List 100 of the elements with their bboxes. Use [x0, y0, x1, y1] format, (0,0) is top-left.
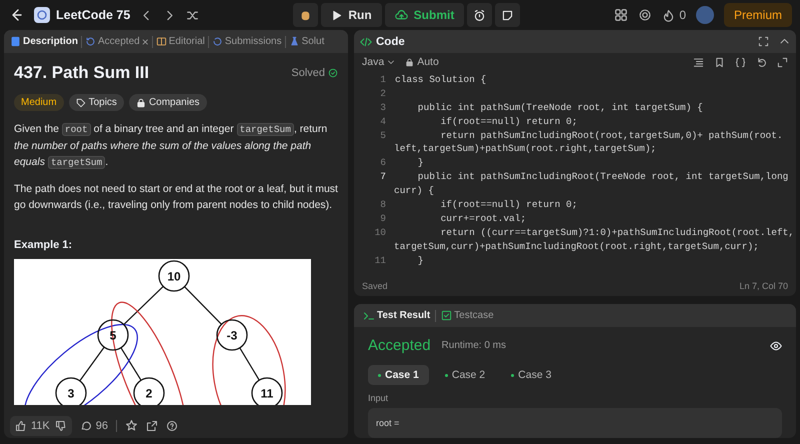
tree-edge: [123, 286, 164, 325]
note-icon: [501, 8, 514, 22]
share-icon[interactable]: [146, 420, 158, 432]
braces-icon[interactable]: [735, 56, 746, 68]
code-line: left,targetSum)+pathSum(root.right,targetSum);: [394, 142, 656, 156]
save-status: Saved: [362, 281, 388, 291]
comment-icon: [80, 420, 92, 432]
format-icon[interactable]: [693, 56, 704, 68]
line-number: 9: [379, 212, 387, 226]
code-line: if(root==null) return 0;: [440, 114, 578, 129]
submit-button[interactable]: Submit: [384, 3, 464, 27]
play-icon: [331, 10, 342, 20]
code-line: curr+=root.val;: [440, 212, 526, 226]
chevron-down-icon: [387, 58, 396, 66]
line-number: 1: [379, 73, 387, 87]
cursor-position: Ln 7, Col 70: [739, 281, 788, 291]
problem-tag[interactable]: Medium: [14, 94, 64, 111]
line-number: 7: [379, 170, 387, 184]
tree-node: -3: [216, 319, 248, 351]
expand-icon[interactable]: [777, 56, 788, 68]
close-icon[interactable]: ×: [142, 34, 149, 48]
lock-icon: [405, 58, 414, 66]
runtime-label: Runtime: 0 ms: [442, 340, 506, 351]
example-heading: Example 1:: [14, 239, 74, 251]
run-button[interactable]: Run: [321, 3, 382, 27]
problem-tag[interactable]: Companies: [128, 94, 207, 111]
tree-node: 3: [55, 377, 87, 405]
code-line: class Solution {: [395, 73, 486, 87]
study-plan-title[interactable]: LeetCode 75: [56, 8, 130, 22]
document-icon: [10, 36, 21, 47]
panel-tab[interactable]: Solut: [286, 36, 328, 47]
code-line: }: [416, 254, 424, 268]
eye-icon[interactable]: [770, 340, 782, 352]
code-line: public int pathSum(TreeNode root, int targetSum) {: [416, 100, 703, 115]
tree-node: 11: [251, 377, 283, 405]
alarm-clock-icon: [473, 8, 486, 22]
line-number: 3: [379, 100, 387, 115]
notes-button[interactable]: [495, 3, 520, 27]
code-line: public int pathSumIncludingRoot(TreeNode root, int targetSum,long: [416, 170, 788, 184]
timer-button[interactable]: [467, 3, 492, 27]
code-line: curr) {: [394, 184, 434, 198]
tree-edge: [79, 346, 105, 382]
solved-status: Solved: [291, 67, 325, 79]
tree-node: 10: [158, 260, 190, 292]
code-line: return ((curr==targetSum)?1:0)+pathSumIncludingRoot(root.left,: [440, 226, 794, 240]
verdict-label: Accepted: [368, 337, 431, 354]
thumbs-up-icon: [15, 420, 27, 432]
panel-tab[interactable]: Testcase: [438, 310, 497, 321]
shuffle-icon[interactable]: [186, 8, 200, 22]
mode-label: Auto: [417, 56, 439, 68]
grid-icon[interactable]: [614, 8, 628, 22]
debug-button[interactable]: [293, 3, 318, 27]
comments-button[interactable]: 96: [80, 420, 108, 432]
check-circle-icon: [328, 68, 338, 78]
line-number: 4: [379, 114, 387, 129]
terminal-icon: [363, 310, 375, 322]
tree-edge: [239, 348, 260, 380]
code-line: }: [416, 156, 424, 170]
streak-count: 0: [679, 8, 686, 22]
problem-title[interactable]: 437. Path Sum III: [14, 63, 150, 83]
input-field: root =: [368, 408, 782, 438]
case-tab[interactable]: Case 1: [368, 365, 429, 385]
case-tab[interactable]: Case 2: [434, 365, 496, 385]
problem-tag[interactable]: Topics: [68, 94, 124, 111]
problem-statement: The path does not need to start or end at the root or a leaf, but it must go downwards (i.e., traveling only from parent nodes to child nodes).: [14, 182, 338, 213]
code-icon: [360, 36, 372, 48]
tree-edge: [184, 286, 222, 325]
input-label: Input: [368, 393, 390, 403]
book-icon: [156, 36, 167, 47]
code-line: if(root==null) return 0;: [440, 198, 578, 212]
tag-icon: [76, 98, 86, 108]
thumbs-down-icon[interactable]: [54, 420, 67, 432]
panel-tab[interactable]: Description: [7, 36, 82, 47]
star-icon[interactable]: [125, 419, 138, 432]
code-line: targetSum,curr)+pathSumIncludingRoot(root.right,targetSum,curr);: [394, 240, 759, 254]
panel-tab[interactable]: Submissions: [208, 36, 285, 47]
tree-edge: [120, 347, 142, 381]
panel-tab[interactable]: Accepted ×: [82, 34, 152, 48]
panel-title: Code: [376, 36, 405, 48]
panel-tab[interactable]: Test Result: [360, 310, 434, 322]
line-number: 5: [379, 128, 387, 142]
bookmark-icon[interactable]: [714, 56, 725, 68]
reset-icon[interactable]: [756, 56, 767, 68]
flame-icon[interactable]: [662, 8, 676, 22]
line-number: 8: [379, 198, 387, 212]
avatar[interactable]: [696, 6, 714, 24]
code-line: return pathSumIncludingRoot(root,targetSum,0)+ pathSum(root.: [440, 128, 783, 142]
settings-icon[interactable]: [638, 8, 652, 22]
help-icon[interactable]: [166, 420, 178, 432]
line-number: 6: [379, 156, 387, 170]
line-number: 2: [379, 86, 387, 101]
case-tab[interactable]: Case 3: [501, 365, 562, 385]
cloud-upload-icon: [394, 8, 408, 22]
flask-icon: [288, 36, 300, 47]
panel-tab[interactable]: Editorial: [152, 36, 208, 47]
fullscreen-icon[interactable]: [758, 36, 769, 47]
premium-button[interactable]: Premium: [724, 3, 792, 27]
line-number: 11: [374, 254, 387, 268]
language-dropdown[interactable]: Java: [362, 56, 396, 68]
tree-node: 2: [133, 377, 165, 405]
